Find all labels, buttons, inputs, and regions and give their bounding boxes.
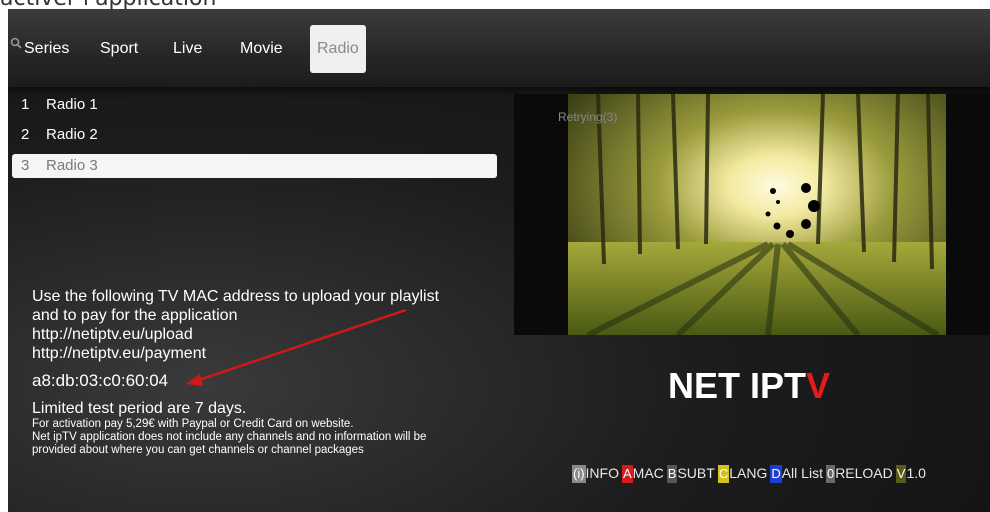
- key-label: LANG: [729, 465, 768, 481]
- channel-name: Radio 3: [46, 157, 98, 174]
- tab-movie[interactable]: Movie: [233, 25, 290, 73]
- channel-item-radio-1[interactable]: 1 Radio 1: [12, 93, 497, 117]
- key-label: RELOAD: [835, 465, 893, 481]
- tab-series[interactable]: Series: [17, 25, 76, 73]
- remote-key-legend: (i) INFO A MAC B SUBT C LANG D All List 0 REL…: [572, 465, 929, 485]
- video-preview: [568, 94, 946, 335]
- key-label: 1.0: [906, 465, 926, 481]
- payment-url: http://netiptv.eu/payment: [32, 345, 207, 362]
- upload-url: http://netiptv.eu/upload: [32, 326, 193, 343]
- tab-radio[interactable]: Radio: [310, 25, 366, 73]
- net-iptv-logo: NET IPTV: [668, 365, 830, 407]
- activation-info: Use the following TV MAC address to uplo…: [32, 287, 512, 457]
- info-line-2: and to pay for the application: [32, 307, 238, 324]
- key-badge: V: [895, 465, 907, 483]
- tab-sport[interactable]: Sport: [93, 25, 145, 73]
- channel-number: 2: [21, 126, 30, 143]
- key-label: INFO: [585, 465, 619, 481]
- player-status: Retrying(3): [558, 110, 618, 124]
- channel-name: Radio 1: [46, 96, 98, 113]
- info-line-1: Use the following TV MAC address to uplo…: [32, 288, 440, 305]
- key-badge: A: [622, 465, 633, 483]
- key-label: SUBT: [677, 465, 715, 481]
- mac-address: a8:db:03:c0:60:04: [32, 371, 169, 390]
- key-label: All List: [781, 465, 823, 481]
- activation-note: For activation pay 5,29€ with Paypal or …: [32, 418, 354, 430]
- top-navigation-bar: Series Sport Live Movie Radio: [8, 9, 990, 87]
- channel-number: 3: [21, 157, 30, 174]
- key-badge: (i): [572, 465, 586, 483]
- tab-live[interactable]: Live: [166, 25, 209, 73]
- tv-screen: Series Sport Live Movie Radio 1 Radio 1 …: [8, 9, 990, 512]
- channel-item-radio-2[interactable]: 2 Radio 2: [12, 123, 497, 147]
- test-period-text: Limited test period are 7 days.: [32, 400, 247, 417]
- logo-text: NET IPT: [668, 365, 807, 406]
- key-label: MAC: [632, 465, 664, 481]
- key-badge: C: [717, 465, 730, 483]
- key-badge: 0: [825, 465, 836, 483]
- logo-accent: V: [806, 365, 831, 406]
- disclaimer-line-1: Net ipTV application does not include an…: [32, 431, 427, 443]
- key-badge: D: [770, 465, 782, 483]
- video-player[interactable]: Retrying(3): [514, 94, 990, 335]
- key-badge: B: [666, 465, 678, 483]
- channel-number: 1: [21, 96, 30, 113]
- channel-item-radio-3[interactable]: 3 Radio 3: [12, 154, 497, 178]
- channel-name: Radio 2: [46, 126, 98, 143]
- disclaimer-line-2: provided about where you can get channel…: [32, 444, 364, 456]
